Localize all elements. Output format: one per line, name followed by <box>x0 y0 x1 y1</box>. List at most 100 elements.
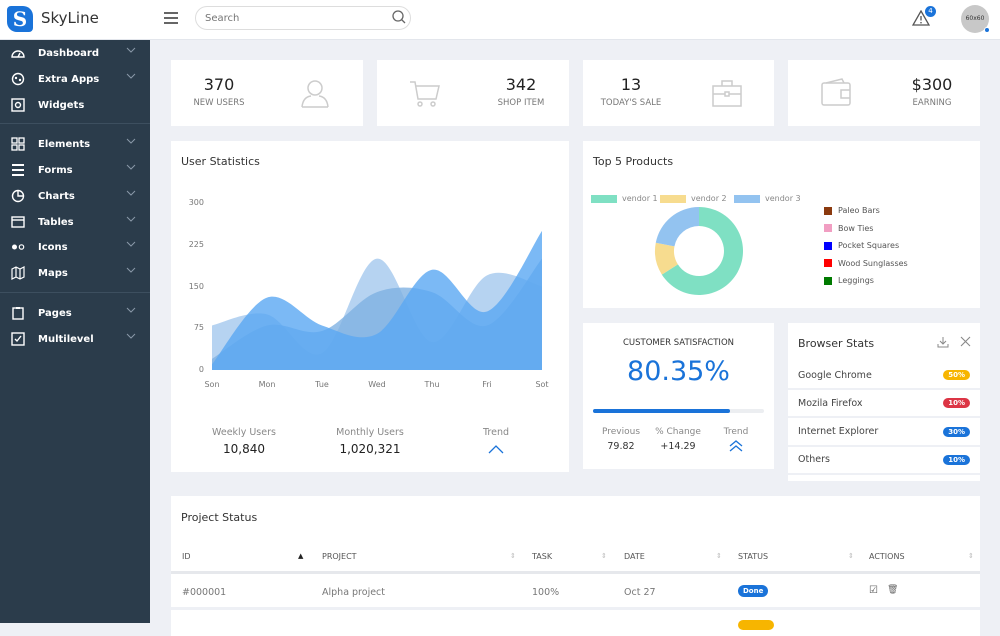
progress-fill <box>593 409 731 413</box>
sort-icon[interactable]: ⇕ <box>601 552 607 560</box>
hamburger-menu-icon[interactable] <box>164 12 178 27</box>
browser-name: Others <box>798 454 830 466</box>
chevron-down-icon[interactable] <box>126 241 136 247</box>
pages-icon <box>12 307 24 320</box>
browser-row: Others 10% <box>788 447 980 475</box>
row-divider <box>171 607 980 610</box>
sidebar-item-pages[interactable]: Pages <box>0 300 150 326</box>
status-badge: Done <box>738 585 769 597</box>
notification-badge: 4 <box>925 6 936 17</box>
customer-satisfaction-card: CUSTOMER SATISFACTION 80.35% Previous 79… <box>583 323 774 469</box>
edit-icon[interactable]: ☑ <box>869 585 878 596</box>
chevron-down-icon[interactable] <box>126 164 136 170</box>
chevron-down-icon[interactable] <box>126 267 136 273</box>
donut-slice-vendor-3[interactable] <box>655 207 699 247</box>
top-header: S SkyLine 4 60x60 <box>0 0 1000 40</box>
sidebar-item-multilevel[interactable]: Multilevel <box>0 326 150 352</box>
legend-swatch <box>824 241 832 250</box>
x-tick-label: Son <box>204 380 220 389</box>
stat-label: EARNING <box>912 98 952 108</box>
chevron-down-icon[interactable] <box>126 138 136 144</box>
weekly-users-value: 10,840 <box>223 442 265 456</box>
sort-icon[interactable]: ⇕ <box>510 552 516 560</box>
online-indicator <box>984 27 990 33</box>
sort-icon[interactable]: ⇕ <box>716 552 722 560</box>
sidebar-item-label: Widgets <box>38 99 85 111</box>
cell-id: #000001 <box>182 587 227 598</box>
sidebar-item-widgets[interactable]: Widgets <box>0 92 150 118</box>
sort-ascending-icon[interactable]: ▲ <box>298 552 303 560</box>
project-status-card: Project Status ID ▲ PROJECT ⇕ TASK ⇕ DATE ⇕ STAT… <box>171 496 980 636</box>
card-title: Project Status <box>181 511 258 524</box>
chevron-down-icon[interactable] <box>126 307 136 313</box>
sidebar-item-label: Extra Apps <box>38 73 100 85</box>
sidebar-item-forms[interactable]: Forms <box>0 157 150 183</box>
apps-icon <box>11 72 25 86</box>
column-header-actions[interactable]: ACTIONS <box>869 552 905 561</box>
vendor-donut-chart <box>655 207 743 295</box>
column-header-project[interactable]: PROJECT <box>322 552 357 561</box>
header-divider <box>171 571 980 574</box>
close-icon[interactable] <box>960 336 971 347</box>
product-name: Bow Ties <box>838 223 874 233</box>
user-statistics-card: User Statistics 0 75 150 225 300 Son Mon Tue Wed… <box>171 141 569 472</box>
column-header-status[interactable]: STATUS <box>738 552 768 561</box>
sort-icon[interactable]: ⇕ <box>848 552 854 560</box>
sidebar-item-dashboard[interactable]: Dashboard <box>0 40 150 66</box>
sidebar-item-label: Maps <box>38 267 68 279</box>
chevron-down-icon[interactable] <box>126 333 136 339</box>
stat-card: 342 SHOP ITEM <box>377 60 569 126</box>
stat-value: 370 <box>203 75 235 94</box>
percent-badge: 30% <box>943 426 970 437</box>
percent-badge: 10% <box>943 398 970 409</box>
monthly-users-label: Monthly Users <box>336 427 404 438</box>
dashboard-icon <box>11 50 25 58</box>
sidebar-item-label: Pages <box>38 307 72 319</box>
sidebar-item-label: Icons <box>38 241 68 253</box>
sidebar-item-label: Charts <box>38 190 75 202</box>
stat-card: 13 TODAY'S SALE <box>583 60 774 126</box>
search-input[interactable] <box>195 6 411 30</box>
chevron-down-icon[interactable] <box>126 73 136 79</box>
chevron-down-icon[interactable] <box>126 47 136 53</box>
sort-icon[interactable]: ⇕ <box>968 552 974 560</box>
sidebar-item-extra-apps[interactable]: Extra Apps <box>0 66 150 92</box>
search-icon[interactable] <box>392 10 406 24</box>
sidebar-item-icons[interactable]: Icons <box>0 234 150 260</box>
column-header-date[interactable]: DATE <box>624 552 645 561</box>
column-header-task[interactable]: TASK <box>532 552 552 561</box>
sidebar-item-tables[interactable]: Tables <box>0 209 150 235</box>
chevron-down-icon[interactable] <box>126 216 136 222</box>
x-tick-label: Tue <box>315 380 329 389</box>
browser-name: Internet Explorer <box>798 426 879 438</box>
stat-value: 342 <box>505 75 537 94</box>
y-tick-label: 225 <box>188 239 204 249</box>
monthly-users-value: 1,020,321 <box>339 442 401 456</box>
sidebar-divider <box>0 123 150 124</box>
sidebar-item-charts[interactable]: Charts <box>0 183 150 209</box>
delete-icon[interactable]: 🗑 <box>887 585 898 595</box>
top-products-card: Top 5 Products vendor 1 vendor 2 vendor 3 … <box>583 141 980 308</box>
y-tick-label: 0 <box>198 365 204 374</box>
sidebar-item-maps[interactable]: Maps <box>0 260 150 286</box>
browser-name: Google Chrome <box>798 369 872 381</box>
cell-date: Oct 27 <box>624 587 656 598</box>
chevron-down-icon[interactable] <box>126 190 136 196</box>
download-icon[interactable] <box>937 336 949 348</box>
stat-label: NEW USERS <box>193 98 245 108</box>
legend-swatch <box>824 276 832 285</box>
column-header-id[interactable]: ID <box>182 552 191 561</box>
product-legend-item: Bow Ties <box>824 224 873 233</box>
chevron-up-icon <box>488 445 504 454</box>
sidebar-item-label: Dashboard <box>38 47 99 59</box>
change-label: % Change <box>655 427 701 437</box>
x-tick-label: Fri <box>482 380 492 389</box>
logo[interactable]: S <box>7 6 33 32</box>
sidebar-item-elements[interactable]: Elements <box>0 131 150 157</box>
icons-icon <box>12 244 25 250</box>
product-legend-item: Pocket Squares <box>824 241 899 250</box>
percent-badge: 10% <box>943 454 970 465</box>
map-icon <box>11 266 25 280</box>
y-tick-label: 300 <box>188 198 204 207</box>
change-value: +14.29 <box>660 441 696 452</box>
